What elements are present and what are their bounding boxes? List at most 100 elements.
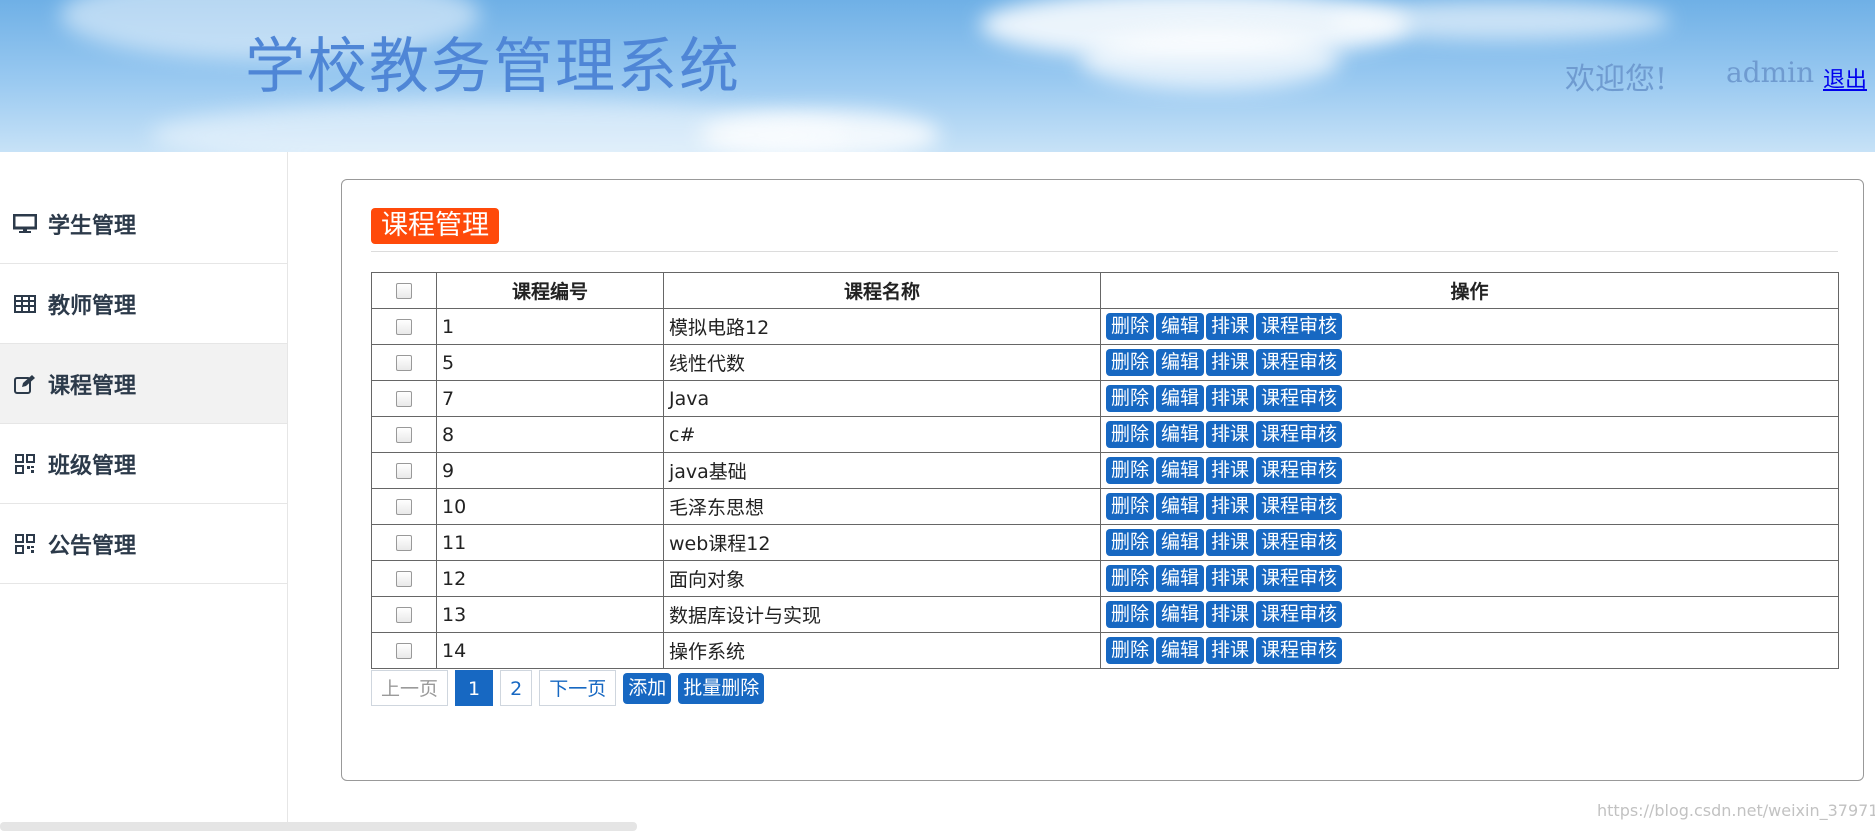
- sidebar-item-course[interactable]: 课程管理: [0, 344, 287, 424]
- row-checkbox[interactable]: [396, 643, 412, 659]
- actions-cell: 删除 编辑 排课 课程审核: [1100, 560, 1839, 597]
- table-row: 10 毛泽东思想 删除 编辑 排课 课程审核: [371, 488, 1839, 525]
- row-checkbox[interactable]: [396, 535, 412, 551]
- app-title: 学校教务管理系统: [245, 32, 741, 102]
- delete-button[interactable]: 删除: [1106, 385, 1155, 412]
- schedule-button[interactable]: 排课: [1206, 385, 1255, 412]
- row-checkbox[interactable]: [396, 499, 412, 515]
- schedule-button[interactable]: 排课: [1206, 601, 1255, 628]
- sidebar-item-student[interactable]: 学生管理: [0, 184, 287, 264]
- delete-button[interactable]: 删除: [1106, 565, 1155, 592]
- course-id-cell: 14: [436, 632, 664, 669]
- actions-cell: 删除 编辑 排课 课程审核: [1100, 344, 1839, 381]
- course-id-cell: 5: [436, 344, 664, 381]
- delete-button[interactable]: 删除: [1106, 637, 1155, 664]
- review-button[interactable]: 课程审核: [1256, 349, 1343, 376]
- table-row: 8 c# 删除 编辑 排课 课程审核: [371, 416, 1839, 453]
- row-checkbox[interactable]: [396, 463, 412, 479]
- edit-button[interactable]: 编辑: [1156, 565, 1205, 592]
- row-checkbox[interactable]: [396, 607, 412, 623]
- edit-button[interactable]: 编辑: [1156, 601, 1205, 628]
- review-button[interactable]: 课程审核: [1256, 385, 1343, 412]
- table-row: 7 Java 删除 编辑 排课 课程审核: [371, 380, 1839, 417]
- actions-cell: 删除 编辑 排课 课程审核: [1100, 632, 1839, 669]
- review-button[interactable]: 课程审核: [1256, 637, 1343, 664]
- table-row: 14 操作系统 删除 编辑 排课 课程审核: [371, 632, 1839, 669]
- edit-button[interactable]: 编辑: [1156, 313, 1205, 340]
- delete-button[interactable]: 删除: [1106, 457, 1155, 484]
- qrcode-icon: [12, 453, 38, 475]
- prev-page-button[interactable]: 上一页: [371, 670, 449, 706]
- course-id-cell: 8: [436, 416, 664, 453]
- delete-button[interactable]: 删除: [1106, 493, 1155, 520]
- sidebar-item-label: 学生管理: [48, 213, 137, 239]
- delete-button[interactable]: 删除: [1106, 313, 1155, 340]
- delete-button[interactable]: 删除: [1106, 601, 1155, 628]
- row-select-cell: [371, 488, 437, 525]
- schedule-button[interactable]: 排课: [1206, 313, 1255, 340]
- batch-delete-button[interactable]: 批量删除: [678, 672, 765, 704]
- review-button[interactable]: 课程审核: [1256, 493, 1343, 520]
- watermark: https://blog.csdn.net/weixin_37971904: [1597, 801, 1875, 820]
- horizontal-scrollbar[interactable]: [0, 822, 637, 831]
- review-button[interactable]: 课程审核: [1256, 313, 1343, 340]
- sidebar-item-class[interactable]: 班级管理: [0, 424, 287, 504]
- edit-button[interactable]: 编辑: [1156, 493, 1205, 520]
- review-button[interactable]: 课程审核: [1256, 529, 1343, 556]
- monitor-icon: [12, 213, 38, 235]
- actions-cell: 删除 编辑 排课 课程审核: [1100, 596, 1839, 633]
- row-checkbox[interactable]: [396, 319, 412, 335]
- course-name-cell: Java: [663, 380, 1101, 417]
- sidebar-item-teacher[interactable]: 教师管理: [0, 264, 287, 344]
- edit-icon: [12, 373, 38, 395]
- schedule-button[interactable]: 排课: [1206, 421, 1255, 448]
- qrcode-icon: [12, 533, 38, 555]
- select-all-checkbox[interactable]: [396, 283, 412, 299]
- actions-cell: 删除 编辑 排课 课程审核: [1100, 452, 1839, 489]
- next-page-button[interactable]: 下一页: [539, 670, 617, 706]
- edit-button[interactable]: 编辑: [1156, 457, 1205, 484]
- schedule-button[interactable]: 排课: [1206, 637, 1255, 664]
- add-button[interactable]: 添加: [623, 672, 672, 704]
- schedule-button[interactable]: 排课: [1206, 493, 1255, 520]
- logout-link[interactable]: 退出: [1823, 62, 1867, 94]
- delete-button[interactable]: 删除: [1106, 421, 1155, 448]
- row-select-cell: [371, 524, 437, 561]
- column-header-id: 课程编号: [436, 272, 664, 309]
- row-checkbox[interactable]: [396, 355, 412, 371]
- sidebar-item-label: 课程管理: [48, 373, 137, 399]
- course-id-cell: 11: [436, 524, 664, 561]
- course-name-cell: 数据库设计与实现: [663, 596, 1101, 633]
- edit-button[interactable]: 编辑: [1156, 349, 1205, 376]
- course-id-cell: 7: [436, 380, 664, 417]
- table-row: 11 web课程12 删除 编辑 排课 课程审核: [371, 524, 1839, 561]
- schedule-button[interactable]: 排课: [1206, 349, 1255, 376]
- page-1-button[interactable]: 1: [455, 670, 494, 706]
- course-name-cell: 线性代数: [663, 344, 1101, 381]
- schedule-button[interactable]: 排课: [1206, 565, 1255, 592]
- edit-button[interactable]: 编辑: [1156, 637, 1205, 664]
- review-button[interactable]: 课程审核: [1256, 565, 1343, 592]
- course-id-cell: 10: [436, 488, 664, 525]
- row-checkbox[interactable]: [396, 427, 412, 443]
- row-checkbox[interactable]: [396, 571, 412, 587]
- edit-button[interactable]: 编辑: [1156, 385, 1205, 412]
- review-button[interactable]: 课程审核: [1256, 457, 1343, 484]
- review-button[interactable]: 课程审核: [1256, 421, 1343, 448]
- header-banner: 学校教务管理系统 欢迎您! admin 退出: [0, 0, 1875, 152]
- schedule-button[interactable]: 排课: [1206, 457, 1255, 484]
- page-2-button[interactable]: 2: [500, 670, 533, 706]
- sidebar-item-label: 公告管理: [48, 533, 137, 559]
- edit-button[interactable]: 编辑: [1156, 421, 1205, 448]
- edit-button[interactable]: 编辑: [1156, 529, 1205, 556]
- review-button[interactable]: 课程审核: [1256, 601, 1343, 628]
- schedule-button[interactable]: 排课: [1206, 529, 1255, 556]
- sidebar-item-notice[interactable]: 公告管理: [0, 504, 287, 584]
- actions-cell: 删除 编辑 排课 课程审核: [1100, 380, 1839, 417]
- row-checkbox[interactable]: [396, 391, 412, 407]
- actions-cell: 删除 编辑 排课 课程审核: [1100, 488, 1839, 525]
- delete-button[interactable]: 删除: [1106, 349, 1155, 376]
- divider: [371, 251, 1838, 252]
- delete-button[interactable]: 删除: [1106, 529, 1155, 556]
- welcome-text: 欢迎您!: [1565, 62, 1668, 97]
